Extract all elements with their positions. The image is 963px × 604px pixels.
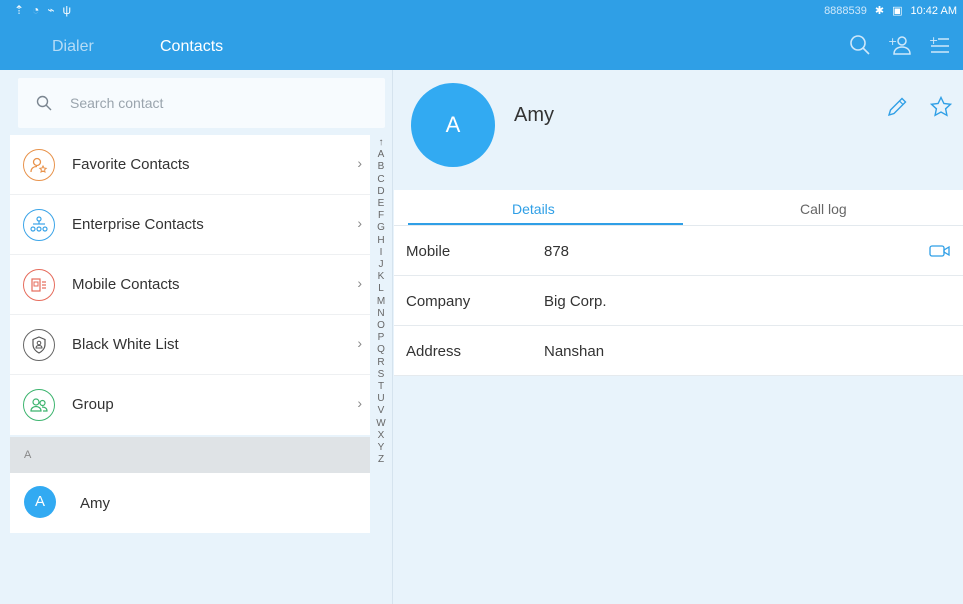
alphabet-index[interactable]: ↑ A B C D E F G H I J K L M N O P Q R S T U V W X Y Z xyxy=(372,137,390,604)
detail-tabs: Details Call log xyxy=(394,190,963,226)
alpha-index-letter[interactable]: X xyxy=(372,430,390,442)
alpha-index-letter[interactable]: P xyxy=(372,332,390,344)
category-list: Favorite Contacts › Enterprise Contacts … xyxy=(10,135,370,435)
app-bar: Dialer Contacts + + xyxy=(0,22,963,70)
detail-row-address[interactable]: Address Nanshan xyxy=(394,326,963,376)
chevron-right-icon: › xyxy=(357,155,362,171)
star-icon[interactable] xyxy=(929,95,953,124)
clock: 10:42 AM xyxy=(910,4,957,17)
detail-header: A Amy xyxy=(394,70,963,190)
field-label: Address xyxy=(406,343,462,360)
tab-indicator xyxy=(408,223,683,225)
alpha-index-letter[interactable]: L xyxy=(372,283,390,295)
battery-icon: ▣ xyxy=(892,5,903,17)
video-call-icon[interactable] xyxy=(929,243,951,264)
alpha-index-letter[interactable]: I xyxy=(372,247,390,259)
alpha-index-letter[interactable]: D xyxy=(372,186,390,198)
avatar: A xyxy=(411,83,495,167)
category-label: Mobile Contacts xyxy=(72,276,180,293)
alpha-index-letter[interactable]: K xyxy=(372,271,390,283)
category-group[interactable]: Group › xyxy=(10,375,370,435)
field-label: Mobile xyxy=(406,243,451,260)
category-label: Group xyxy=(72,396,114,413)
tab-dialer[interactable]: Dialer xyxy=(52,38,94,56)
category-mobile-contacts[interactable]: Mobile Contacts › xyxy=(10,255,370,315)
group-icon xyxy=(23,389,55,421)
search-field-icon xyxy=(36,95,52,111)
tab-details[interactable]: Details xyxy=(512,201,555,217)
status-bar: ⇡ ◔ ⌁ ψ 8888539 ✱ ▣ 10:42 AM xyxy=(0,0,963,22)
black-white-list-icon xyxy=(23,329,55,361)
alpha-index-letter[interactable]: F xyxy=(372,210,390,222)
section-header: A xyxy=(10,437,370,473)
usb-icon: ψ xyxy=(62,3,72,17)
alpha-index-letter[interactable]: ↑ xyxy=(372,137,390,149)
alpha-index-letter[interactable]: G xyxy=(372,222,390,234)
alpha-index-letter[interactable]: B xyxy=(372,161,390,173)
alpha-index-letter[interactable]: V xyxy=(372,405,390,417)
detail-row-company[interactable]: Company Big Corp. xyxy=(394,276,963,326)
field-value: Big Corp. xyxy=(544,293,607,310)
section-letter: A xyxy=(24,449,32,461)
upload-icon: ⇡ xyxy=(14,3,25,17)
search-box[interactable] xyxy=(18,78,385,128)
alpha-index-letter[interactable]: J xyxy=(372,259,390,271)
alpha-index-letter[interactable]: Y xyxy=(372,442,390,454)
category-favorite-contacts[interactable]: Favorite Contacts › xyxy=(10,135,370,195)
field-value: 878 xyxy=(544,243,570,260)
alpha-index-letter[interactable]: T xyxy=(372,381,390,393)
wifi-icon: ◔ xyxy=(32,3,40,17)
search-input[interactable] xyxy=(70,92,360,114)
alpha-index-letter[interactable]: W xyxy=(372,418,390,430)
alpha-index-letter[interactable]: S xyxy=(372,369,390,381)
svg-text:+: + xyxy=(888,35,897,48)
alpha-index-letter[interactable]: U xyxy=(372,393,390,405)
alpha-index-letter[interactable]: E xyxy=(372,198,390,210)
alpha-index-letter[interactable]: H xyxy=(372,235,390,247)
alpha-index-letter[interactable]: Z xyxy=(372,454,390,466)
detail-row-mobile[interactable]: Mobile 878 xyxy=(394,226,963,276)
list-item[interactable]: A Amy xyxy=(10,473,370,533)
status-icons-left: ⇡ ◔ ⌁ ψ xyxy=(14,3,71,17)
bluetooth-icon: ✱ xyxy=(874,5,885,17)
tab-call-log[interactable]: Call log xyxy=(800,201,847,217)
svg-text:+: + xyxy=(929,34,938,47)
contact-detail-pane: A Amy Details Call log Mobile 878 Compan… xyxy=(394,70,963,604)
device-id: 8888539 xyxy=(824,4,867,17)
alpha-index-letter[interactable]: C xyxy=(372,174,390,186)
tab-contacts[interactable]: Contacts xyxy=(160,38,223,56)
alpha-index-letter[interactable]: R xyxy=(372,357,390,369)
enterprise-contacts-icon xyxy=(23,209,55,241)
alpha-index-letter[interactable]: Q xyxy=(372,344,390,356)
add-contact-icon[interactable]: + xyxy=(887,32,913,58)
category-label: Black White List xyxy=(72,336,179,353)
category-black-white-list[interactable]: Black White List › xyxy=(10,315,370,375)
alpha-index-letter[interactable]: N xyxy=(372,308,390,320)
avatar: A xyxy=(24,486,56,518)
alpha-index-letter[interactable]: O xyxy=(372,320,390,332)
contact-name: Amy xyxy=(80,495,110,512)
contact-name: Amy xyxy=(514,104,554,126)
edit-icon[interactable] xyxy=(885,95,909,124)
chevron-right-icon: › xyxy=(357,335,362,351)
chevron-right-icon: › xyxy=(357,215,362,231)
add-list-icon[interactable]: + xyxy=(927,32,953,58)
chevron-right-icon: › xyxy=(357,395,362,411)
mobile-contacts-icon xyxy=(23,269,55,301)
field-label: Company xyxy=(406,293,471,310)
category-label: Enterprise Contacts xyxy=(72,216,204,233)
favorite-contacts-icon xyxy=(23,149,55,181)
alpha-index-letter[interactable]: M xyxy=(372,296,390,308)
alpha-index-letter[interactable]: A xyxy=(372,149,390,161)
chevron-right-icon: › xyxy=(357,275,362,291)
signal-icon: ⌁ xyxy=(47,3,55,17)
field-value: Nanshan xyxy=(544,343,605,360)
status-icons-right: 8888539 ✱ ▣ 10:42 AM xyxy=(824,4,957,18)
category-label: Favorite Contacts xyxy=(72,156,190,173)
search-icon[interactable] xyxy=(847,32,873,58)
category-enterprise-contacts[interactable]: Enterprise Contacts › xyxy=(10,195,370,255)
